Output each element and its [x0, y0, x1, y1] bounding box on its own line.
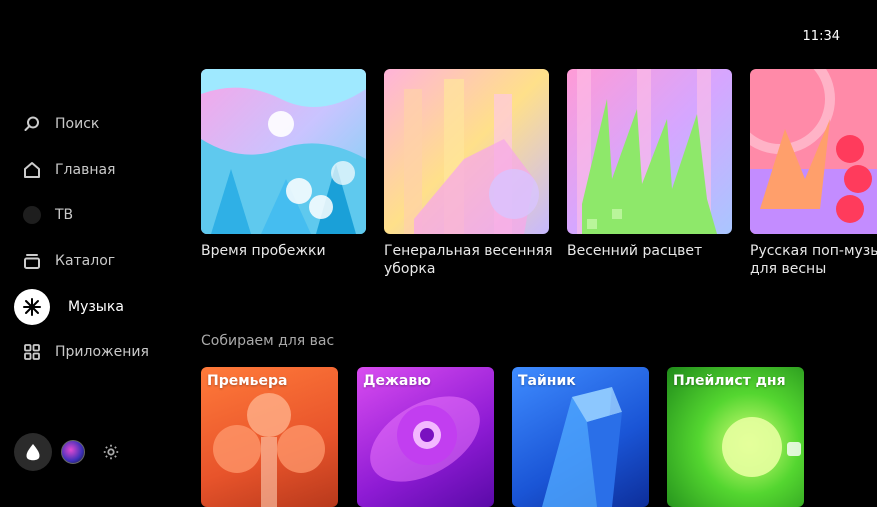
- playlist-cover[interactable]: [201, 69, 366, 234]
- tile-label: Дежавю: [363, 373, 431, 389]
- apps-icon: [22, 342, 42, 362]
- search-icon: [22, 114, 42, 134]
- nav-label: ТВ: [55, 207, 74, 223]
- nav-item-tv[interactable]: ТВ: [22, 203, 73, 227]
- tile-label: Премьера: [207, 373, 288, 389]
- avatar[interactable]: [61, 440, 85, 464]
- playlist-cover[interactable]: [750, 69, 877, 234]
- nav-label: Приложения: [55, 344, 149, 360]
- alice-icon: [26, 444, 40, 461]
- section-title: Собираем для вас: [201, 333, 335, 349]
- sidebar: Поиск Главная ТВ Каталог Музыка Приложен…: [0, 0, 180, 493]
- playlist-title: Весенний расцвет: [567, 243, 703, 259]
- playlist-cover[interactable]: [567, 69, 732, 234]
- nav-item-home[interactable]: Главная: [22, 158, 115, 182]
- tile-label: Плейлист дня: [673, 373, 786, 389]
- playlist-cover[interactable]: [384, 69, 549, 234]
- nav-item-music[interactable]: Музыка: [14, 289, 124, 325]
- tile-stash[interactable]: Тайник: [512, 367, 649, 507]
- nav-label: Каталог: [55, 253, 116, 269]
- playlist-title: Русская поп-музыка для весны: [750, 243, 877, 277]
- tile-label: Тайник: [518, 373, 576, 389]
- tv-icon: [22, 205, 42, 225]
- gear-icon[interactable]: [102, 443, 120, 461]
- home-icon: [22, 160, 42, 180]
- nav-item-catalog[interactable]: Каталог: [22, 249, 115, 273]
- nav-item-search[interactable]: Поиск: [22, 112, 99, 136]
- music-icon: [14, 289, 50, 325]
- nav-item-apps[interactable]: Приложения: [22, 340, 149, 364]
- catalog-icon: [22, 251, 42, 271]
- nav-label: Главная: [55, 162, 116, 178]
- tile-premiere[interactable]: Премьера: [201, 367, 338, 507]
- tile-dejavu[interactable]: Дежавю: [357, 367, 494, 507]
- nav-label: Музыка: [68, 299, 124, 315]
- bottom-controls: [14, 433, 120, 471]
- tile-daily-playlist[interactable]: Плейлист дня: [667, 367, 804, 507]
- playlist-title: Генеральная весенняя уборка: [384, 243, 553, 277]
- playlist-title: Время пробежки: [201, 243, 326, 259]
- nav-label: Поиск: [55, 116, 100, 132]
- clock: 11:34: [802, 29, 840, 44]
- alice-button[interactable]: [14, 433, 52, 471]
